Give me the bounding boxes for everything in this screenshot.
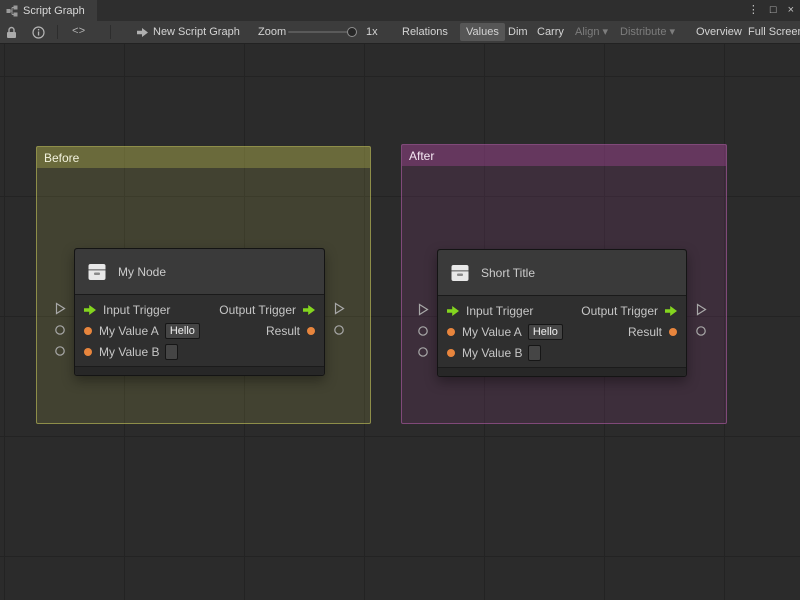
flow-input-port[interactable] — [417, 303, 429, 316]
group-after-header[interactable]: After — [402, 145, 726, 166]
result-dot-icon — [668, 327, 678, 337]
window-controls: ⋮ □ × — [748, 0, 794, 21]
carry-button[interactable]: Carry — [537, 21, 564, 43]
result-label: Result — [628, 325, 662, 339]
lock-icon[interactable] — [6, 26, 17, 39]
port-row-flow: Input Trigger Output Trigger — [75, 299, 324, 320]
value-b-field[interactable] — [165, 344, 178, 360]
result-output-port[interactable] — [333, 324, 345, 336]
value-a-field[interactable]: Hello — [528, 324, 563, 340]
node-title: My Node — [118, 265, 166, 279]
flow-in-arrow-icon — [446, 305, 460, 317]
graph-icon — [6, 5, 18, 17]
value-b-input-port[interactable] — [54, 345, 66, 357]
unit-icon — [86, 261, 108, 283]
code-icon[interactable]: <> — [72, 21, 85, 43]
node-short-title[interactable]: Short Title Input Trigger Output Trigger — [437, 249, 687, 377]
zoom-slider-track[interactable] — [288, 31, 354, 33]
maximize-icon[interactable]: □ — [770, 0, 777, 21]
result-label: Result — [266, 324, 300, 338]
group-before-title: Before — [44, 151, 79, 165]
flow-out-arrow-icon — [302, 304, 316, 316]
port-row-value-a: My Value A Hello Result — [438, 321, 686, 342]
result-output-port[interactable] — [695, 325, 707, 337]
title-bar: Script Graph ⋮ □ × — [0, 0, 800, 21]
result-dot-icon — [306, 326, 316, 336]
distribute-button[interactable]: Distribute ▾ — [620, 21, 675, 43]
tab-title: Script Graph — [23, 5, 85, 17]
node-title: Short Title — [481, 266, 535, 280]
value-b-dot-icon — [446, 348, 456, 358]
node-my-node[interactable]: My Node Input Trigger Output Trigger — [74, 248, 325, 376]
value-a-field[interactable]: Hello — [165, 323, 200, 339]
flow-output-port[interactable] — [695, 303, 707, 316]
zoom-slider-knob[interactable] — [347, 27, 357, 37]
toolbar-divider — [57, 25, 58, 39]
zoom-value: 1x — [366, 21, 378, 43]
flow-output-port[interactable] — [333, 302, 345, 315]
group-after-title: After — [409, 149, 434, 163]
flow-in-label: Input Trigger — [103, 303, 170, 317]
value-a-dot-icon — [83, 326, 93, 336]
value-a-input-port[interactable] — [417, 325, 429, 337]
script-graph-asset-icon — [136, 27, 149, 38]
value-b-label: My Value B — [462, 346, 522, 360]
toolbar: <> New Script Graph Zoom 1x Relations Va… — [0, 21, 800, 44]
value-b-field[interactable] — [528, 345, 541, 361]
flow-in-label: Input Trigger — [466, 304, 533, 318]
node-footer — [438, 367, 686, 376]
value-a-input-port[interactable] — [54, 324, 66, 336]
script-graph-window: Script Graph ⋮ □ × <> New Script Graph Z… — [0, 0, 800, 600]
port-row-value-b: My Value B — [75, 341, 324, 362]
toolbar-divider — [110, 25, 111, 39]
value-a-dot-icon — [446, 327, 456, 337]
port-row-value-b: My Value B — [438, 342, 686, 363]
overview-button[interactable]: Overview — [696, 21, 742, 43]
dim-button[interactable]: Dim — [508, 21, 528, 43]
node-body: Input Trigger Output Trigger My Value A … — [438, 296, 686, 367]
flow-out-label: Output Trigger — [581, 304, 658, 318]
flow-out-arrow-icon — [664, 305, 678, 317]
graph-canvas[interactable]: Before After My Node — [0, 44, 800, 600]
relations-button[interactable]: Relations — [402, 21, 448, 43]
flow-out-label: Output Trigger — [219, 303, 296, 317]
unit-icon — [449, 262, 471, 284]
node-footer — [75, 366, 324, 375]
tab-script-graph[interactable]: Script Graph — [0, 0, 97, 21]
value-b-label: My Value B — [99, 345, 159, 359]
fullscreen-button[interactable]: Full Screen — [748, 21, 800, 43]
align-button[interactable]: Align ▾ — [575, 21, 608, 43]
value-a-label: My Value A — [99, 324, 159, 338]
node-header[interactable]: My Node — [75, 249, 324, 295]
info-icon[interactable] — [32, 26, 45, 39]
flow-in-arrow-icon — [83, 304, 97, 316]
port-row-value-a: My Value A Hello Result — [75, 320, 324, 341]
value-a-label: My Value A — [462, 325, 522, 339]
value-b-input-port[interactable] — [417, 346, 429, 358]
values-button[interactable]: Values — [460, 23, 505, 41]
node-header[interactable]: Short Title — [438, 250, 686, 296]
port-row-flow: Input Trigger Output Trigger — [438, 300, 686, 321]
flow-input-port[interactable] — [54, 302, 66, 315]
graph-breadcrumb[interactable]: New Script Graph — [153, 21, 240, 43]
close-icon[interactable]: × — [788, 0, 794, 21]
window-menu-icon[interactable]: ⋮ — [748, 0, 759, 21]
group-before-header[interactable]: Before — [37, 147, 370, 168]
zoom-label: Zoom — [258, 21, 286, 43]
value-b-dot-icon — [83, 347, 93, 357]
node-body: Input Trigger Output Trigger My Value A … — [75, 295, 324, 366]
